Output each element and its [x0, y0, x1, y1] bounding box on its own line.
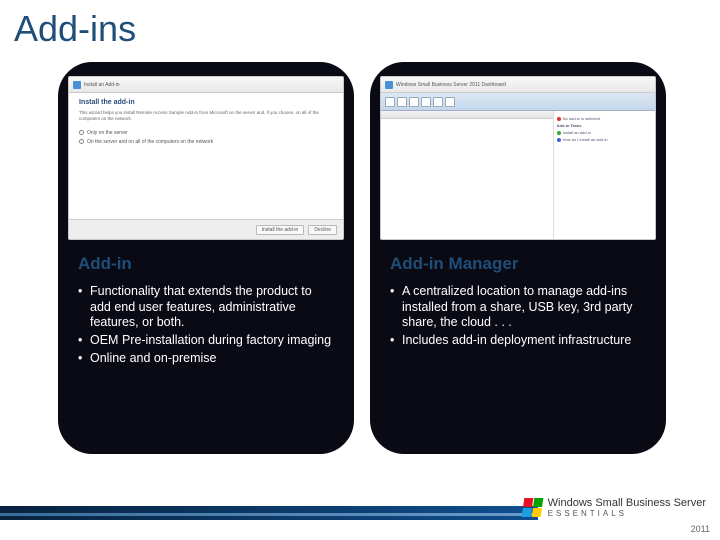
- status-icon: [557, 138, 561, 142]
- window-caption: Windows Small Business Server 2011 Dashb…: [396, 82, 506, 88]
- thumbnail-installer: Install an Add-in Install the add-in Thi…: [68, 76, 344, 240]
- list-pane: [381, 111, 554, 239]
- radio-option-all-computers: On the server and on all of the computer…: [79, 139, 333, 145]
- toolbar-icon: [397, 97, 407, 107]
- footer-year: 2011: [691, 524, 710, 534]
- task-line: Install an add-in: [557, 130, 652, 135]
- list-item: A centralized location to manage add-ins…: [390, 284, 646, 331]
- footer: Windows Small Business Server ESSENTIALS…: [0, 496, 720, 540]
- card-addin-manager: Windows Small Business Server 2011 Dashb…: [370, 62, 666, 454]
- decline-button: Decline: [308, 225, 337, 235]
- toolbar-icon: [385, 97, 395, 107]
- card-heading: Add-in Manager: [390, 254, 646, 274]
- windows-flag-icon: [521, 498, 543, 517]
- task-line: How do I install an add-in: [557, 137, 652, 142]
- install-button: Install the add-in: [256, 225, 305, 235]
- installer-heading: Install the add-in: [79, 99, 333, 106]
- card-addin: Install an Add-in Install the add-in Thi…: [58, 62, 354, 454]
- radio-label: Only on the server: [87, 130, 128, 136]
- thumbnail-dashboard: Windows Small Business Server 2011 Dashb…: [380, 76, 656, 240]
- list-item: Functionality that extends the product t…: [78, 284, 334, 331]
- installer-description: This wizard helps you install Remote Acc…: [79, 110, 333, 122]
- status-icon: [557, 131, 561, 135]
- card-container: Install an Add-in Install the add-in Thi…: [58, 62, 666, 454]
- slide-title: Add-ins: [14, 8, 136, 50]
- window-icon: [385, 81, 393, 89]
- task-pane: No add-in is selected Add-in Tasks Insta…: [554, 111, 655, 239]
- toolbar-icon: [433, 97, 443, 107]
- button-bar: Install the add-in Decline: [69, 219, 343, 239]
- product-logo: Windows Small Business Server ESSENTIALS: [523, 498, 706, 518]
- dashboard-toolbar: [381, 93, 655, 111]
- window-titlebar: Windows Small Business Server 2011 Dashb…: [381, 77, 655, 93]
- window-caption: Install an Add-in: [84, 82, 120, 88]
- toolbar-icon: [445, 97, 455, 107]
- list-item: Includes add-in deployment infrastructur…: [390, 333, 646, 349]
- window-icon: [73, 81, 81, 89]
- window-titlebar: Install an Add-in: [69, 77, 343, 93]
- list-item: OEM Pre-installation during factory imag…: [78, 333, 334, 349]
- card-heading: Add-in: [78, 254, 334, 274]
- dashboard-body: No add-in is selected Add-in Tasks Insta…: [381, 111, 655, 239]
- card-body: Functionality that extends the product t…: [78, 284, 334, 436]
- card-body: A centralized location to manage add-ins…: [390, 284, 646, 436]
- radio-icon: [79, 139, 84, 144]
- toolbar-icon: [421, 97, 431, 107]
- list-item: Online and on-premise: [78, 351, 334, 367]
- radio-icon: [79, 130, 84, 135]
- logo-line2: ESSENTIALS: [548, 510, 706, 518]
- radio-label: On the server and on all of the computer…: [87, 139, 213, 145]
- radio-option-server-only: Only on the server: [79, 130, 333, 136]
- task-line: Add-in Tasks: [557, 123, 652, 128]
- installer-body: Install the add-in This wizard helps you…: [69, 93, 343, 219]
- footer-bar: [0, 506, 538, 520]
- task-line: No add-in is selected: [557, 116, 652, 121]
- logo-line1: Windows Small Business Server: [548, 498, 706, 510]
- list-header: [381, 111, 553, 119]
- status-icon: [557, 117, 561, 121]
- toolbar-icon: [409, 97, 419, 107]
